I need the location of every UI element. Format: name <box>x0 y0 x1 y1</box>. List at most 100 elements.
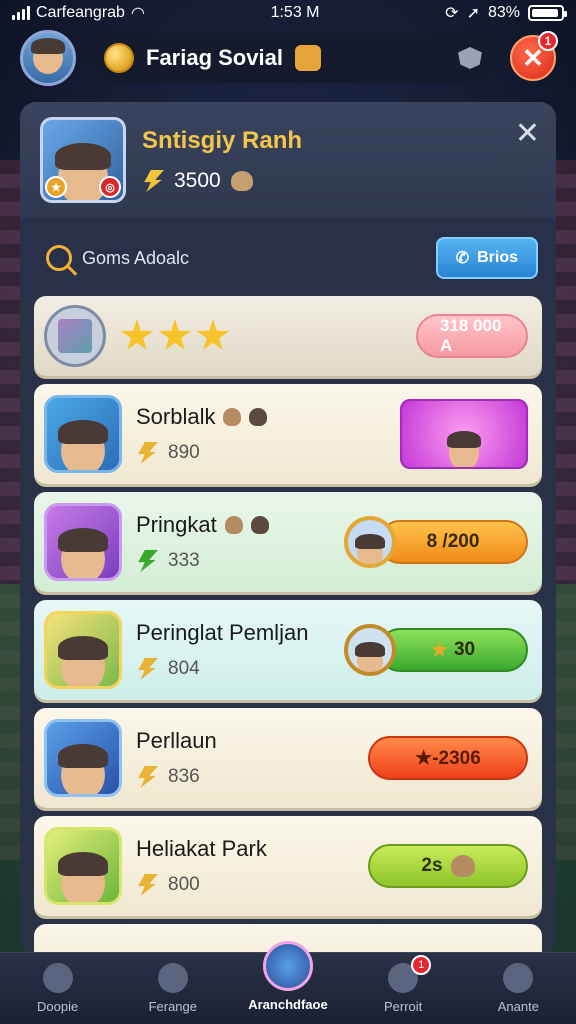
notification-badge: 1 <box>538 31 558 51</box>
bolt-icon <box>138 874 158 896</box>
orientation-lock-icon: ⟳ <box>445 5 459 22</box>
player-avatar[interactable] <box>20 30 76 86</box>
status-left: Carfeangrab ◠ <box>12 3 145 23</box>
bolt-icon <box>138 658 158 680</box>
reward-pill[interactable]: ★-2306 <box>368 736 528 780</box>
close-panel-icon[interactable]: ✕ <box>515 116 540 151</box>
search-row: Goms Adoalc ✆ Brios <box>20 218 556 298</box>
search-icon <box>46 245 72 271</box>
row-score-line: 800 <box>136 874 354 896</box>
player-score: 836 <box>168 766 200 787</box>
table-row[interactable]: Peringlat Pemljan 804 ★ 30 <box>34 600 542 700</box>
pet-icon <box>224 516 243 534</box>
nav-badge: 1 <box>411 955 432 975</box>
player-thumb <box>44 719 122 797</box>
nav-label: Anante <box>497 999 539 1014</box>
profile-portrait: ★ ◎ <box>40 117 126 203</box>
clock: 1:53 M <box>270 4 320 21</box>
star-icon <box>196 319 230 350</box>
player-thumb <box>44 395 122 473</box>
status-right: ⟳ ➚ 83% <box>445 3 567 23</box>
search-button[interactable]: ✆ Brios <box>435 237 538 279</box>
row-name-line: Peringlat Pemljan <box>136 620 330 646</box>
row-info: Peringlat Pemljan 804 <box>136 620 330 680</box>
table-row[interactable]: Heliakat Park 800 2s <box>34 816 542 916</box>
profile-name: Sntisgiy Ranh <box>142 127 303 154</box>
row-score-line: 804 <box>136 658 330 680</box>
status-bar: Carfeangrab ◠ 1:53 M ⟳ ➚ 83% <box>0 0 576 26</box>
player-score: 804 <box>168 658 200 679</box>
settings-icon <box>503 963 534 993</box>
player-score: 800 <box>168 874 200 895</box>
header-reward-pill[interactable]: 318 000 A <box>416 314 528 358</box>
player-name: Sorblalk <box>136 404 216 429</box>
reward-group: 8 /200 <box>344 516 528 568</box>
nav-label: Perroit <box>384 999 423 1014</box>
profile-score: 3500 <box>174 169 221 192</box>
pet-icon <box>250 516 269 534</box>
reward-value: 2s <box>421 855 443 876</box>
app-title: Fariag Sovial <box>146 45 283 70</box>
nav-item-home[interactable]: Doopie <box>8 963 108 1014</box>
nav-item-perroit[interactable]: 1 Perroit <box>353 955 453 1014</box>
profile-icon <box>262 941 313 991</box>
wifi-icon: ◠ <box>130 5 145 22</box>
pet-icon <box>450 855 475 877</box>
leaderboard-panel: ★ ◎ Sntisgiy Ranh 3500 ✕ Goms Adoalc ✆ B… <box>20 102 556 954</box>
player-face-icon <box>58 636 108 686</box>
table-row[interactable]: Pringkat 333 8 /200 <box>34 492 542 592</box>
reward-pill[interactable]: ★ 30 <box>378 628 528 672</box>
portrait-face-icon <box>55 143 111 200</box>
signal-icon <box>12 6 30 20</box>
reward-pill[interactable]: 8 /200 <box>378 520 528 564</box>
player-face-icon <box>58 744 108 794</box>
row-name-line: Heliakat Park <box>136 836 354 862</box>
home-icon <box>42 963 73 993</box>
row-info: Heliakat Park 800 <box>136 836 354 896</box>
player-score: 890 <box>168 442 200 463</box>
avatar-face-icon <box>31 38 65 74</box>
row-name-line: Sorblalk <box>136 404 386 430</box>
reward-card[interactable] <box>400 399 528 469</box>
bottom-nav: Doopie Ferange Aranchdfaoe 1 Perroit Ana… <box>0 941 576 1024</box>
nav-item-active[interactable]: Aranchdfaoe <box>238 941 338 1012</box>
carrier-label: Carfeangrab <box>36 4 125 21</box>
table-row[interactable]: Perllaun 836 ★-2306 <box>34 708 542 808</box>
star-badge-icon: ★ <box>430 639 448 661</box>
row-info: Perllaun 836 <box>136 728 354 788</box>
title-pill: Fariag Sovial <box>90 33 496 83</box>
reward-group: ★ 30 <box>344 624 528 676</box>
row-name-line: Perllaun <box>136 728 354 754</box>
rank-badge-icon: ◎ <box>99 176 121 198</box>
coin-icon <box>104 43 134 73</box>
player-thumb <box>44 503 122 581</box>
bolt-icon <box>138 442 158 464</box>
nav-item-ferange[interactable]: Ferange <box>123 963 223 1014</box>
star-icon <box>120 319 154 350</box>
phone-icon: ✆ <box>455 250 470 267</box>
level-badge-icon: ★ <box>45 176 67 198</box>
top-bar: Fariag Sovial ✕ 1 <box>20 30 558 86</box>
player-face-icon <box>58 852 108 902</box>
ticket-icon <box>294 45 321 71</box>
pet-icon <box>223 408 242 426</box>
shield-icon[interactable] <box>458 47 482 69</box>
search-input[interactable]: Goms Adoalc <box>82 248 426 269</box>
close-button[interactable]: ✕ 1 <box>510 31 558 81</box>
player-thumb <box>44 827 122 905</box>
medal-icon <box>344 516 396 568</box>
nav-label: Ferange <box>148 999 197 1014</box>
row-info: Sorblalk 890 <box>136 404 386 464</box>
crate-icon <box>44 305 106 367</box>
medal-icon <box>344 624 396 676</box>
leaderboard-list: 318 000 A Sorblalk 890 Pringkat 333 8 /2… <box>34 296 542 954</box>
profile-info: Sntisgiy Ranh 3500 <box>142 127 302 193</box>
row-score-line: 333 <box>136 550 330 572</box>
profile-header: ★ ◎ Sntisgiy Ranh 3500 ✕ <box>20 102 556 218</box>
player-name: Perllaun <box>136 728 217 753</box>
bolt-icon <box>138 550 158 572</box>
nav-item-anante[interactable]: Anante <box>468 963 568 1014</box>
search-button-label: Brios <box>477 249 518 266</box>
reward-pill[interactable]: 2s <box>368 844 528 888</box>
table-row[interactable]: Sorblalk 890 <box>34 384 542 484</box>
